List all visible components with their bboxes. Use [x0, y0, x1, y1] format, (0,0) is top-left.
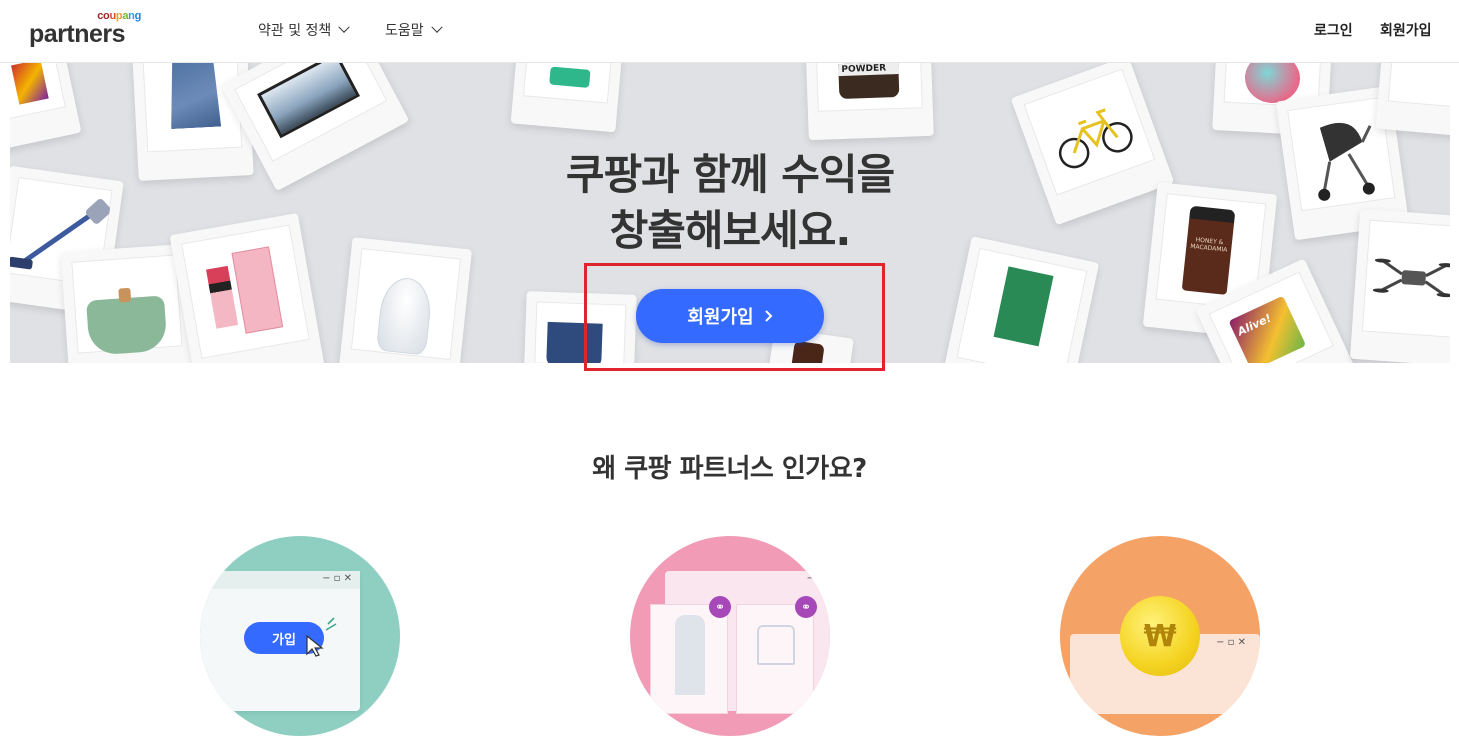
product-card-left	[650, 604, 728, 714]
logo-partners-text: partners	[29, 20, 126, 48]
hero-headline: 쿠팡과 함께 수익을 창출해보세요.	[10, 147, 1450, 259]
link-icon: ⚭	[795, 596, 817, 618]
pot-handle	[118, 287, 132, 303]
window-controls-icon: − ▫ ✕	[322, 573, 352, 584]
why-section-title: 왜 쿠팡 파트너스 인가요?	[592, 454, 867, 484]
hero-headline-line1: 쿠팡과 함께 수익을	[565, 150, 895, 199]
product-card	[1375, 63, 1450, 138]
nav-help[interactable]: 도움말	[385, 20, 443, 40]
product-bottle-image	[789, 340, 825, 363]
top-header: coupang partners 약관 및 정책 도움말 로그인 회원가입	[0, 0, 1459, 63]
bag-icon	[757, 625, 795, 665]
feature-signup-illustration: − ▫ ✕ 가입	[200, 536, 400, 736]
window-controls-icon: − ▫ ✕	[1216, 637, 1246, 648]
coupang-partners-logo[interactable]: coupang partners	[29, 10, 141, 50]
won-coin-label: ₩	[1143, 618, 1177, 654]
feature-link-illustration: − ⚭ ⚭	[630, 536, 830, 736]
product-card-right	[736, 604, 814, 714]
product-skirt-image	[167, 63, 221, 129]
hero-signup-button-label: 회원가입	[687, 307, 754, 328]
won-coin-icon: ₩	[1120, 596, 1200, 676]
signup-link[interactable]: 회원가입	[1380, 20, 1432, 40]
signup-badge-label: 가입	[272, 632, 296, 648]
product-card: POWDER	[805, 63, 934, 141]
nav-terms-policy[interactable]: 약관 및 정책	[258, 20, 350, 40]
feature-earnings-illustration: − ▫ ✕ ₩	[1060, 536, 1260, 736]
window-controls-icon: −	[806, 573, 815, 584]
product-powder-label: POWDER	[838, 63, 899, 77]
product-powder-image: POWDER	[838, 63, 900, 100]
product-green-item-image	[549, 66, 591, 88]
product-card	[10, 63, 82, 152]
nav-terms-policy-label: 약관 및 정책	[258, 23, 332, 39]
chevron-right-icon	[764, 310, 773, 322]
cursor-icon	[306, 634, 324, 657]
nav-help-label: 도움말	[385, 23, 424, 39]
product-card	[523, 291, 637, 363]
link-icon: ⚭	[709, 596, 731, 618]
person-silhouette-icon	[675, 615, 705, 695]
chevron-down-icon	[338, 21, 350, 33]
login-link[interactable]: 로그인	[1314, 20, 1353, 40]
click-spark-icon	[325, 617, 337, 631]
hero-banner: POWDER HONEY & MACADAMIA Alive! 쿠팡과 함께 수…	[10, 63, 1450, 363]
chevron-down-icon	[430, 21, 443, 33]
product-card	[510, 63, 625, 133]
hero-signup-button[interactable]: 회원가입	[636, 289, 824, 343]
product-mug-image	[546, 321, 603, 363]
hero-headline-line2: 창출해보세요.	[609, 206, 852, 255]
browser-titlebar: − ▫ ✕	[200, 571, 360, 589]
